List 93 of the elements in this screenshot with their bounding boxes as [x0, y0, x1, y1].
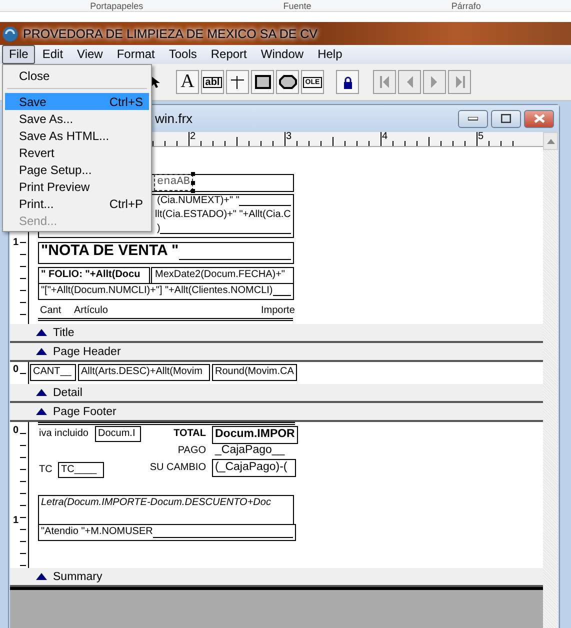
menu-entry[interactable]: Revert [5, 144, 149, 161]
ruler-number: 1 [13, 516, 19, 526]
menu-entry[interactable]: Print Preview [5, 178, 149, 195]
octagon-icon [278, 75, 296, 89]
toolbar-button[interactable] [226, 70, 249, 94]
report-field[interactable]: Cant [38, 304, 64, 318]
menu-entry[interactable]: Save As... [5, 110, 149, 127]
report-field[interactable]: TC____ [58, 462, 104, 478]
report-field[interactable]: iva incluido [37, 427, 90, 441]
report-field[interactable]: Docum.I [95, 426, 141, 442]
scrollbar[interactable] [543, 132, 558, 628]
triangle-icon [36, 348, 47, 355]
report-field[interactable]: " FOLIO: "+Allt(Docu [39, 268, 142, 282]
triangle-icon [36, 408, 47, 415]
next-icon [431, 76, 438, 88]
lock-icon [342, 76, 352, 88]
report-field[interactable]: Importe [259, 304, 297, 318]
report-field[interactable]: "Atendio "+M.NOMUSER [38, 524, 296, 541]
report-field[interactable]: _CajaPago__ [213, 443, 287, 457]
ruler-number: 1 [13, 238, 19, 248]
band-bar[interactable]: Detail [10, 384, 543, 403]
band-label: Summary [53, 570, 102, 582]
report-field[interactable]: llt(Cia.ESTADO)+" "+Allt(Cia.C [153, 208, 293, 222]
report-field[interactable]: MexDate2(Docum.FECHA)+" [153, 268, 287, 282]
report-field[interactable]: "["+Allt(Docum.NUMCLI)+"] "+Allt(Clientes.NOMCLI) [39, 284, 293, 298]
menu-entry[interactable]: Close [5, 67, 149, 84]
report-field[interactable]: CANT__ [30, 364, 76, 381]
window-title: PROVEDORA DE LIMPIEZA DE MEXICO SA DE CV [23, 26, 318, 40]
band-label: Page Footer [53, 406, 116, 418]
ribbon-group-label: Fuente [283, 1, 312, 11]
maximize-button[interactable] [491, 110, 521, 128]
report-field[interactable]: TC [37, 463, 54, 477]
band-label: Page Header [53, 346, 121, 358]
app-icon [2, 26, 18, 42]
report-field[interactable]: SU CAMBIO [128, 461, 208, 475]
maximize-icon [501, 114, 511, 123]
ruler-number: 3 [286, 132, 292, 142]
band-label: Title [53, 326, 74, 338]
menu-entry[interactable]: Print... Ctrl+P [5, 195, 149, 212]
toolbar-button[interactable]: abl [201, 70, 224, 94]
report-field[interactable]: "NOTA DE VENTA " [39, 244, 293, 262]
triangle-icon [36, 329, 47, 336]
menu-item[interactable]: Format [110, 45, 162, 64]
ruler-number: 4 [382, 132, 388, 142]
scroll-up-icon [546, 138, 554, 144]
band-bar[interactable]: Page Footer [10, 403, 543, 422]
menu-item[interactable]: Tools [162, 45, 204, 64]
report-field[interactable]: Letra(Docum.IMPORTE-Docum.DESCUENTO+Doc [38, 495, 294, 525]
previous-icon [406, 76, 413, 88]
report-field[interactable]: (Cia.NUMEXT)+" " [155, 194, 293, 208]
triangle-icon [36, 389, 47, 396]
menu-entry[interactable]: Page Setup... [5, 161, 149, 178]
rectangle-icon [254, 75, 270, 89]
first-icon [380, 76, 390, 88]
menu-item[interactable]: Help [310, 45, 350, 64]
minimize-button[interactable] [458, 110, 488, 128]
ribbon-group-label: Párrafo [451, 1, 481, 11]
report-field[interactable]: Artículo [72, 304, 110, 318]
menu-item[interactable]: File [2, 45, 36, 64]
line-icon [231, 76, 244, 88]
menu-item[interactable]: View [70, 45, 110, 64]
report-field[interactable]: ) [155, 222, 293, 236]
report-field[interactable]: TOTAL [148, 427, 208, 441]
toolbar-button[interactable] [251, 70, 274, 94]
report-field[interactable]: Round(Movim.CA [212, 364, 297, 381]
toolbar-button[interactable]: A [176, 70, 199, 94]
report-field[interactable]: Allt(Arts.DESC)+Allt(Movim [78, 364, 210, 381]
report-field[interactable]: (_CajaPago)-( [212, 459, 296, 477]
menu-entry[interactable]: Save Ctrl+S [5, 93, 149, 110]
menu-entry[interactable]: Save As HTML... [5, 127, 149, 144]
report-field[interactable]: PAGO [148, 444, 208, 458]
ribbon-group-label: Portapapeles [90, 1, 144, 11]
last-icon [454, 76, 464, 88]
ruler-number: 0 [13, 365, 19, 375]
band-bar[interactable]: Page Header [10, 343, 543, 362]
menu-item[interactable]: Report [204, 45, 254, 64]
report-field[interactable]: enaAB [155, 175, 192, 190]
band-bar[interactable]: Summary [10, 568, 543, 587]
report-field[interactable]: Docum.IMPOR [212, 426, 298, 444]
close-icon [534, 114, 544, 123]
band-label: Detail [53, 386, 82, 398]
minimize-icon [468, 116, 478, 120]
report-window-title: win.frx [155, 111, 194, 126]
band-bar[interactable]: Title [10, 324, 543, 343]
toolbar-button[interactable] [336, 70, 359, 94]
ruler-number: 0 [13, 426, 19, 436]
triangle-icon [36, 573, 47, 580]
toolbar-button[interactable] [276, 70, 299, 94]
menu-item[interactable]: Window [254, 45, 311, 64]
ruler-number: 2 [190, 132, 196, 142]
ruler-number: 5 [478, 132, 484, 142]
menu-item[interactable]: Edit [35, 45, 70, 64]
close-button[interactable] [524, 110, 554, 128]
